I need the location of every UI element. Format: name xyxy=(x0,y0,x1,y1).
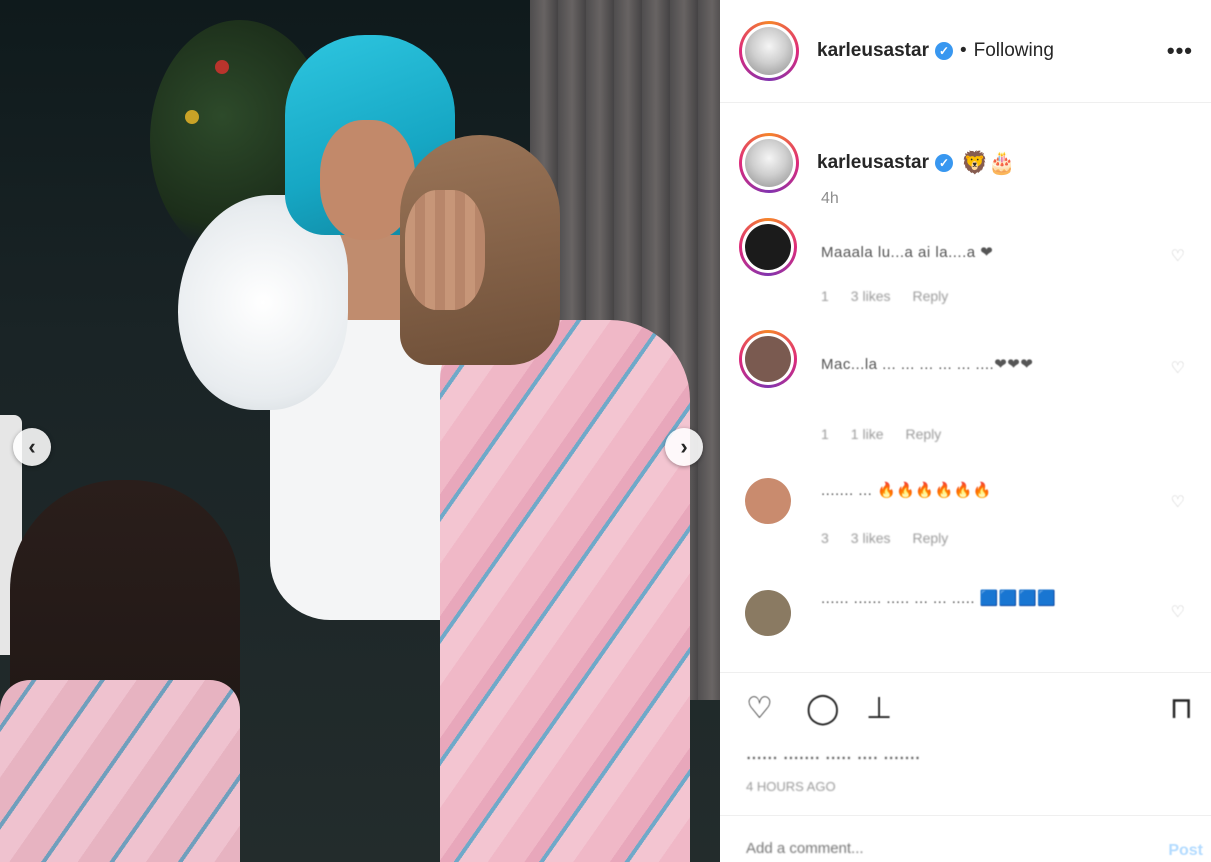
commenter-avatar[interactable] xyxy=(739,218,797,276)
reply-button[interactable]: Reply xyxy=(912,530,948,546)
comment-likes[interactable]: 1 like xyxy=(851,426,884,442)
comment-text: Maaala lu...a ai la....a ❤ xyxy=(821,244,994,261)
add-comment-bar: Post xyxy=(720,815,1211,862)
ornament xyxy=(215,60,229,74)
avatar-image xyxy=(745,139,793,187)
child-dress xyxy=(0,680,240,862)
post-header: karleusastar ✓ • Following ••• xyxy=(720,0,1211,103)
post-photo[interactable]: ‹ › xyxy=(0,0,720,862)
verified-badge-icon: ✓ xyxy=(934,42,953,60)
post-comment-button[interactable]: Post xyxy=(1168,842,1203,860)
comment-text: ...... ...... ..... ... ... ..... 🟦🟦🟦🟦 xyxy=(821,590,1057,607)
caption-avatar[interactable] xyxy=(739,133,799,193)
comment-meta: 1 3 likes Reply xyxy=(821,288,948,304)
author-username[interactable]: karleusastar xyxy=(817,40,929,62)
chevron-left-icon: ‹ xyxy=(28,434,36,459)
verified-badge-icon: ✓ xyxy=(934,154,953,172)
comment-text: Mac...la ... ... ... ... ... ....❤❤❤ xyxy=(821,356,1034,373)
more-options-icon[interactable]: ••• xyxy=(1167,38,1193,64)
likes-summary[interactable]: ...... ....... ..... .... ....... xyxy=(746,743,920,765)
post-actions: ♡ ◯ ⊥ ⊓ ...... ....... ..... .... ......… xyxy=(720,672,1211,800)
commenter-avatar[interactable] xyxy=(739,584,797,642)
comment-meta: 1 1 like Reply xyxy=(821,426,941,442)
comment-item: ...... ...... ..... ... ... ..... 🟦🟦🟦🟦 ♡ xyxy=(739,584,1199,654)
commenter-avatar[interactable] xyxy=(739,472,797,530)
comment-likes[interactable]: 3 likes xyxy=(851,288,891,304)
like-icon[interactable]: ♡ xyxy=(746,691,773,726)
comment-item: Maaala lu...a ai la....a ❤ 1 3 likes Rep… xyxy=(739,218,1199,318)
avatar-image xyxy=(745,590,791,636)
comment-age: 1 xyxy=(821,288,829,304)
comment-like-icon[interactable]: ♡ xyxy=(1171,492,1185,512)
comment-text: ....... ... 🔥🔥🔥🔥🔥🔥 xyxy=(821,482,993,499)
comment-likes[interactable]: 3 likes xyxy=(851,530,891,546)
comment-age: 1 xyxy=(821,426,829,442)
comment-age: 3 xyxy=(821,530,829,546)
following-button[interactable]: Following xyxy=(974,40,1054,62)
caption-username[interactable]: karleusastar xyxy=(817,152,929,174)
commenter-avatar[interactable] xyxy=(739,330,797,388)
comment-input[interactable] xyxy=(746,840,1126,857)
comment-item: ....... ... 🔥🔥🔥🔥🔥🔥 3 3 likes Reply ♡ xyxy=(739,472,1199,572)
author-avatar[interactable] xyxy=(739,21,799,81)
avatar-image xyxy=(745,224,791,270)
pink-dress xyxy=(440,320,690,862)
save-icon[interactable]: ⊓ xyxy=(1170,691,1193,726)
reply-button[interactable]: Reply xyxy=(912,288,948,304)
comment-icon[interactable]: ◯ xyxy=(806,691,840,726)
caption-text: 🦁🎂 xyxy=(960,150,1016,175)
comment-like-icon[interactable]: ♡ xyxy=(1171,602,1185,622)
comment-item: Mac...la ... ... ... ... ... ....❤❤❤ 1 1… xyxy=(739,330,1199,442)
post-caption: karleusastar ✓ 🦁🎂 4h xyxy=(720,103,1211,207)
ornament xyxy=(185,110,199,124)
reply-button[interactable]: Reply xyxy=(905,426,941,442)
pixelated-face xyxy=(405,190,485,310)
post-side-panel: karleusastar ✓ • Following ••• karleusas… xyxy=(720,0,1211,862)
comment-like-icon[interactable]: ♡ xyxy=(1171,246,1185,266)
avatar-image xyxy=(745,478,791,524)
post-age: 4 HOURS AGO xyxy=(746,779,836,794)
separator-dot: • xyxy=(959,40,967,61)
chevron-right-icon: › xyxy=(680,434,688,459)
comment-meta: 3 3 likes Reply xyxy=(821,530,948,546)
previous-photo-button[interactable]: ‹ xyxy=(13,428,51,466)
share-icon[interactable]: ⊥ xyxy=(866,691,892,726)
next-photo-button[interactable]: › xyxy=(665,428,703,466)
post-timestamp: 4h xyxy=(821,190,839,207)
avatar-image xyxy=(745,336,791,382)
avatar-image xyxy=(745,27,793,75)
comment-like-icon[interactable]: ♡ xyxy=(1171,358,1185,378)
